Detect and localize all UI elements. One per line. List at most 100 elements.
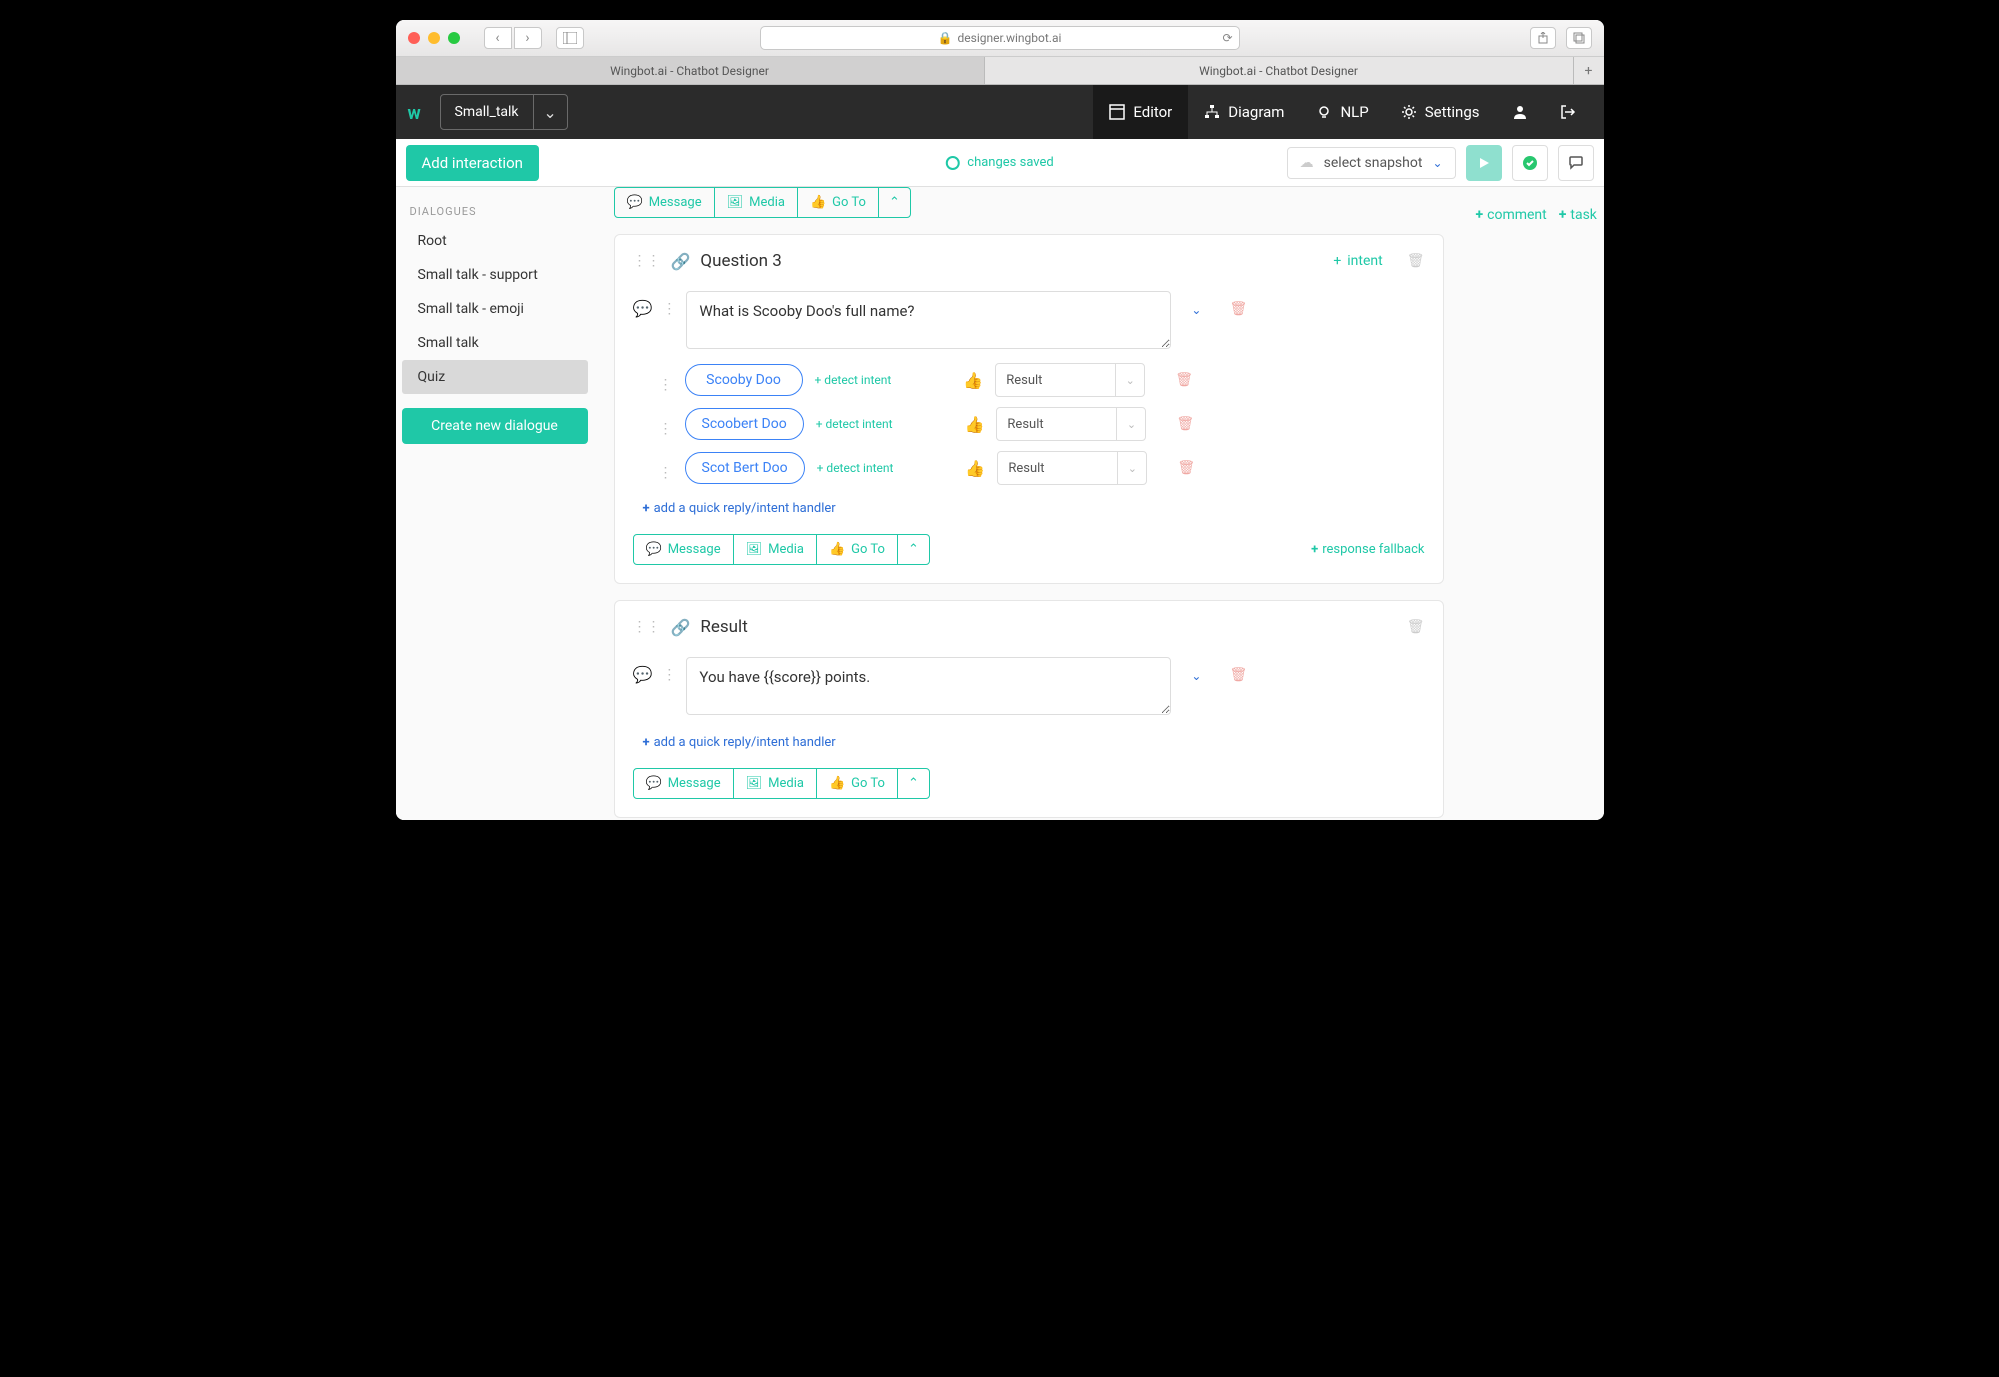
browser-tabs: Wingbot.ai - Chatbot Designer Wingbot.ai… [396,57,1604,85]
answer-row: ⋮ Scoobert Doo detect intent 👍 Result⌄ 🗑 [659,407,1425,441]
thumbs-up-icon: 👍 [829,776,845,791]
close-window-icon[interactable] [408,32,420,44]
nav-diagram[interactable]: Diagram [1188,85,1300,139]
bot-selector[interactable]: Small_talk ⌄ [440,94,568,130]
add-comment-link[interactable]: comment [1476,207,1547,223]
sidebar-item-smalltalk[interactable]: Small talk [402,326,588,360]
detect-intent-link[interactable]: detect intent [817,461,894,475]
expand-icon[interactable]: ⌄ [1191,303,1201,317]
delete-message-icon[interactable]: 🗑 [1229,301,1247,317]
add-quick-reply-link[interactable]: add a quick reply/intent handler [643,501,1425,516]
message-input[interactable] [686,291,1171,349]
delete-card-icon[interactable]: 🗑 [1407,253,1425,269]
browser-tab[interactable]: Wingbot.ai - Chatbot Designer [985,57,1574,84]
snapshot-selector[interactable]: ☁ select snapshot ⌄ [1287,147,1456,179]
add-interaction-button[interactable]: Add interaction [406,145,539,181]
drag-handle-icon[interactable]: ⋮ [659,465,673,481]
detect-intent-link[interactable]: detect intent [816,417,893,431]
forward-button[interactable]: › [514,27,542,49]
card-title: Result [700,617,747,637]
drag-handle-icon[interactable]: ⋮⋮ [633,619,661,635]
status-ok-button[interactable] [1512,145,1548,181]
sidebar-item-root[interactable]: Root [402,224,588,258]
action-message[interactable]: 💬Message [615,188,715,217]
goto-value: Result [997,417,1116,432]
nav-nlp[interactable]: NLP [1300,85,1384,139]
action-group: 💬Message 🖼Media 👍Go To ⌃ [633,768,930,799]
quick-reply-pill[interactable]: Scoobert Doo [685,408,804,440]
new-tab-button[interactable]: + [1574,57,1604,84]
action-goto[interactable]: 👍Go To [798,188,879,217]
action-more[interactable]: ⌃ [898,535,929,564]
interaction-card-question3: ⋮⋮ 🔗 Question 3 +intent 🗑 💬 ⋮ ⌄ 🗑 ⋮Scoob… [614,234,1444,584]
delete-message-icon[interactable]: 🗑 [1229,667,1247,683]
right-panel: comment task [1464,187,1604,820]
play-button[interactable] [1466,145,1502,181]
chevron-down-icon: ⌄ [1432,156,1442,170]
goto-select[interactable]: Result⌄ [995,363,1145,397]
action-more[interactable]: ⌃ [898,769,929,798]
sidebar-item-quiz[interactable]: Quiz [402,360,588,394]
message-input[interactable] [686,657,1171,715]
drag-handle-icon[interactable]: ⋮ [662,667,676,683]
add-quick-reply-link[interactable]: add a quick reply/intent handler [643,735,1425,750]
message-icon: 💬 [646,776,662,791]
drag-handle-icon[interactable]: ⋮ [659,377,673,393]
sidebar-item-support[interactable]: Small talk - support [402,258,588,292]
delete-answer-icon[interactable]: 🗑 [1177,460,1195,476]
drag-handle-icon[interactable]: ⋮ [662,301,676,317]
sidebar-toggle-icon[interactable] [556,27,584,49]
link-icon[interactable]: 🔗 [671,618,691,637]
add-task-link[interactable]: task [1559,207,1597,223]
delete-card-icon[interactable]: 🗑 [1407,619,1425,635]
quick-reply-pill[interactable]: Scooby Doo [685,364,803,396]
message-icon: 💬 [627,195,643,210]
action-message[interactable]: 💬Message [634,769,734,798]
thumbs-up-icon: 👍 [963,371,983,390]
action-goto[interactable]: 👍Go To [817,769,898,798]
dialogues-sidebar: DIALOGUES Root Small talk - support Smal… [396,187,594,820]
minimize-window-icon[interactable] [428,32,440,44]
action-goto[interactable]: 👍Go To [817,535,898,564]
delete-answer-icon[interactable]: 🗑 [1176,416,1194,432]
sidebar-item-emoji[interactable]: Small talk - emoji [402,292,588,326]
nav-settings[interactable]: Settings [1385,85,1496,139]
message-icon: 💬 [646,542,662,557]
drag-handle-icon[interactable]: ⋮⋮ [633,253,661,269]
nav-logout[interactable] [1544,85,1592,139]
thumbs-up-icon: 👍 [965,415,985,434]
action-media[interactable]: 🖼Media [715,188,798,217]
nav-user[interactable] [1496,85,1544,139]
delete-answer-icon[interactable]: 🗑 [1175,372,1193,388]
share-icon[interactable] [1530,27,1556,49]
url-bar[interactable]: 🔒 designer.wingbot.ai ⟳ [760,26,1240,50]
reload-icon[interactable]: ⟳ [1222,31,1232,45]
thumbs-up-icon: 👍 [810,195,826,210]
create-dialogue-button[interactable]: Create new dialogue [402,408,588,444]
wingbot-logo-icon[interactable]: w [408,103,426,121]
detect-intent-link[interactable]: detect intent [815,373,892,387]
quick-reply-pill[interactable]: Scot Bert Doo [685,452,805,484]
goto-select[interactable]: Result⌄ [996,407,1146,441]
action-more[interactable]: ⌃ [879,188,910,217]
media-icon: 🖼 [727,195,744,210]
action-media[interactable]: 🖼Media [734,769,817,798]
maximize-window-icon[interactable] [448,32,460,44]
expand-icon[interactable]: ⌄ [1191,669,1201,683]
tabs-overview-icon[interactable] [1566,27,1592,49]
action-message[interactable]: 💬Message [634,535,734,564]
action-media[interactable]: 🖼Media [734,535,817,564]
chevron-down-icon: ⌄ [1117,418,1145,431]
goto-select[interactable]: Result⌄ [997,451,1147,485]
chevron-up-icon: ⌃ [889,195,900,210]
browser-tab[interactable]: Wingbot.ai - Chatbot Designer [396,57,985,84]
back-button[interactable]: ‹ [484,27,512,49]
link-icon[interactable]: 🔗 [671,252,691,271]
nav-editor[interactable]: Editor [1093,85,1188,139]
response-fallback-link[interactable]: response fallback [1311,542,1424,557]
media-icon: 🖼 [746,776,763,791]
drag-handle-icon[interactable]: ⋮ [659,421,673,437]
add-intent-button[interactable]: +intent [1333,253,1382,269]
chat-button[interactable] [1558,145,1594,181]
goto-value: Result [996,373,1115,388]
